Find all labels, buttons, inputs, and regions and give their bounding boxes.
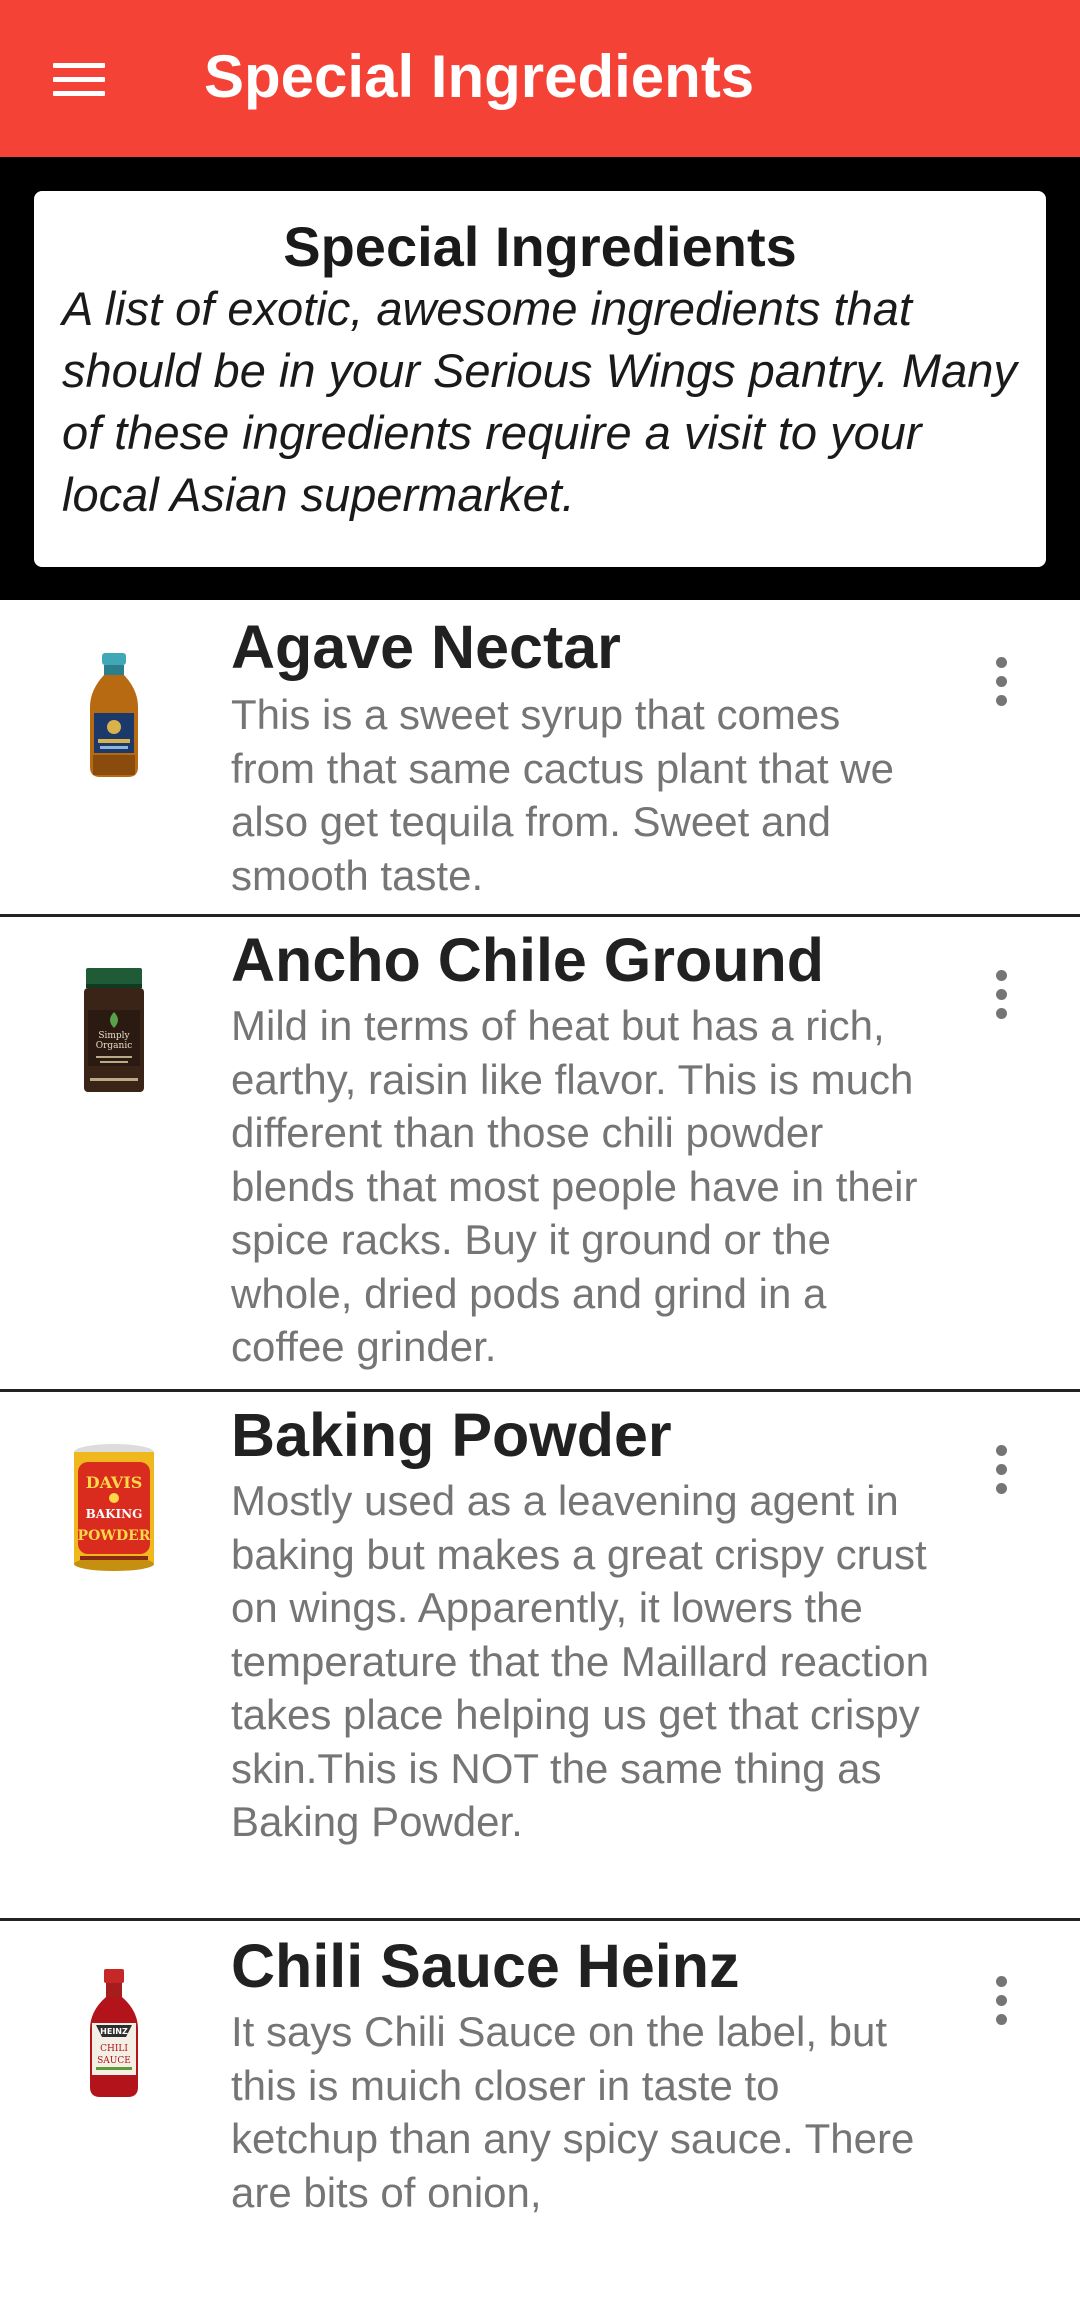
svg-text:HEINZ: HEINZ bbox=[100, 2027, 128, 2036]
header-card-description: A list of exotic, awesome ingredients th… bbox=[62, 282, 1017, 521]
svg-text:BAKING: BAKING bbox=[86, 1507, 143, 1521]
ancho-chile-jar-image: Simply Organic bbox=[84, 968, 144, 1092]
ingredient-list: Agave Nectar This is a sweet syrup that … bbox=[0, 600, 1080, 2321]
ingredient-title: Baking Powder bbox=[231, 1401, 672, 1469]
ingredient-title: Agave Nectar bbox=[231, 613, 621, 681]
svg-text:SAUCE: SAUCE bbox=[97, 2056, 131, 2066]
svg-text:DAVIS: DAVIS bbox=[86, 1473, 143, 1492]
ingredient-description: This is a sweet syrup that comes from th… bbox=[231, 691, 894, 899]
more-vert-icon[interactable] bbox=[975, 1968, 1027, 2032]
header-card: Special Ingredients A list of exotic, aw… bbox=[34, 191, 1046, 567]
list-item[interactable]: Simply Organic Ancho Chile Ground Mild i… bbox=[0, 917, 1080, 1392]
header-banner: Special Ingredients A list of exotic, aw… bbox=[0, 157, 1080, 600]
header-card-title: Special Ingredients bbox=[283, 215, 797, 278]
ingredient-description: It says Chili Sauce on the label, but th… bbox=[231, 2008, 915, 2216]
svg-text:CHILI: CHILI bbox=[100, 2044, 128, 2054]
ingredient-description: Mild in terms of heat but has a rich, ea… bbox=[231, 1002, 918, 1370]
list-item[interactable]: Agave Nectar This is a sweet syrup that … bbox=[0, 600, 1080, 917]
more-vert-icon[interactable] bbox=[975, 1437, 1027, 1501]
app-bar-title: Special Ingredients bbox=[204, 43, 755, 110]
app-bar: Special Ingredients bbox=[0, 0, 1080, 157]
svg-text:POWDER: POWDER bbox=[78, 1528, 151, 1544]
agave-nectar-bottle-image bbox=[90, 653, 138, 777]
ingredient-title: Ancho Chile Ground bbox=[231, 926, 825, 994]
list-item[interactable]: HEINZ CHILI SAUCE Chili Sauce Heinz It s… bbox=[0, 1921, 1080, 2321]
list-item[interactable]: DAVIS BAKING POWDER Baking Powder Mostly… bbox=[0, 1392, 1080, 1921]
baking-powder-can-image: DAVIS BAKING POWDER bbox=[74, 1444, 154, 1571]
svg-text:Simply: Simply bbox=[98, 1031, 130, 1041]
hamburger-menu-icon[interactable] bbox=[40, 48, 118, 110]
ingredient-title: Chili Sauce Heinz bbox=[231, 1932, 740, 2000]
svg-text:Organic: Organic bbox=[96, 1041, 133, 1051]
ingredient-description: Mostly used as a leavening agent in baki… bbox=[231, 1477, 930, 1845]
more-vert-icon[interactable] bbox=[975, 962, 1027, 1026]
more-vert-icon[interactable] bbox=[975, 649, 1027, 713]
chili-sauce-bottle-image: HEINZ CHILI SAUCE bbox=[90, 1969, 138, 2097]
